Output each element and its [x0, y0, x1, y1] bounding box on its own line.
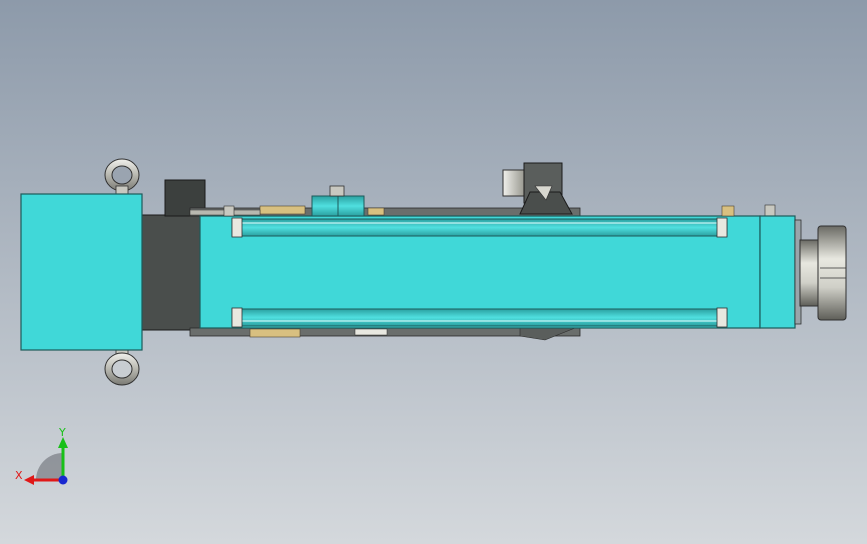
tie-rod-top — [231, 217, 728, 238]
output-flange — [799, 225, 847, 321]
triad-y-label: Y — [58, 426, 66, 439]
motor-end-block — [20, 193, 143, 351]
graphics-viewport[interactable]: Y X — [0, 0, 867, 544]
triad-x-label: X — [15, 469, 23, 482]
tie-rod-bottom — [231, 307, 728, 328]
triad-z-axis — [58, 475, 68, 485]
motor-housing — [139, 214, 203, 331]
rod-end-block — [759, 215, 796, 329]
